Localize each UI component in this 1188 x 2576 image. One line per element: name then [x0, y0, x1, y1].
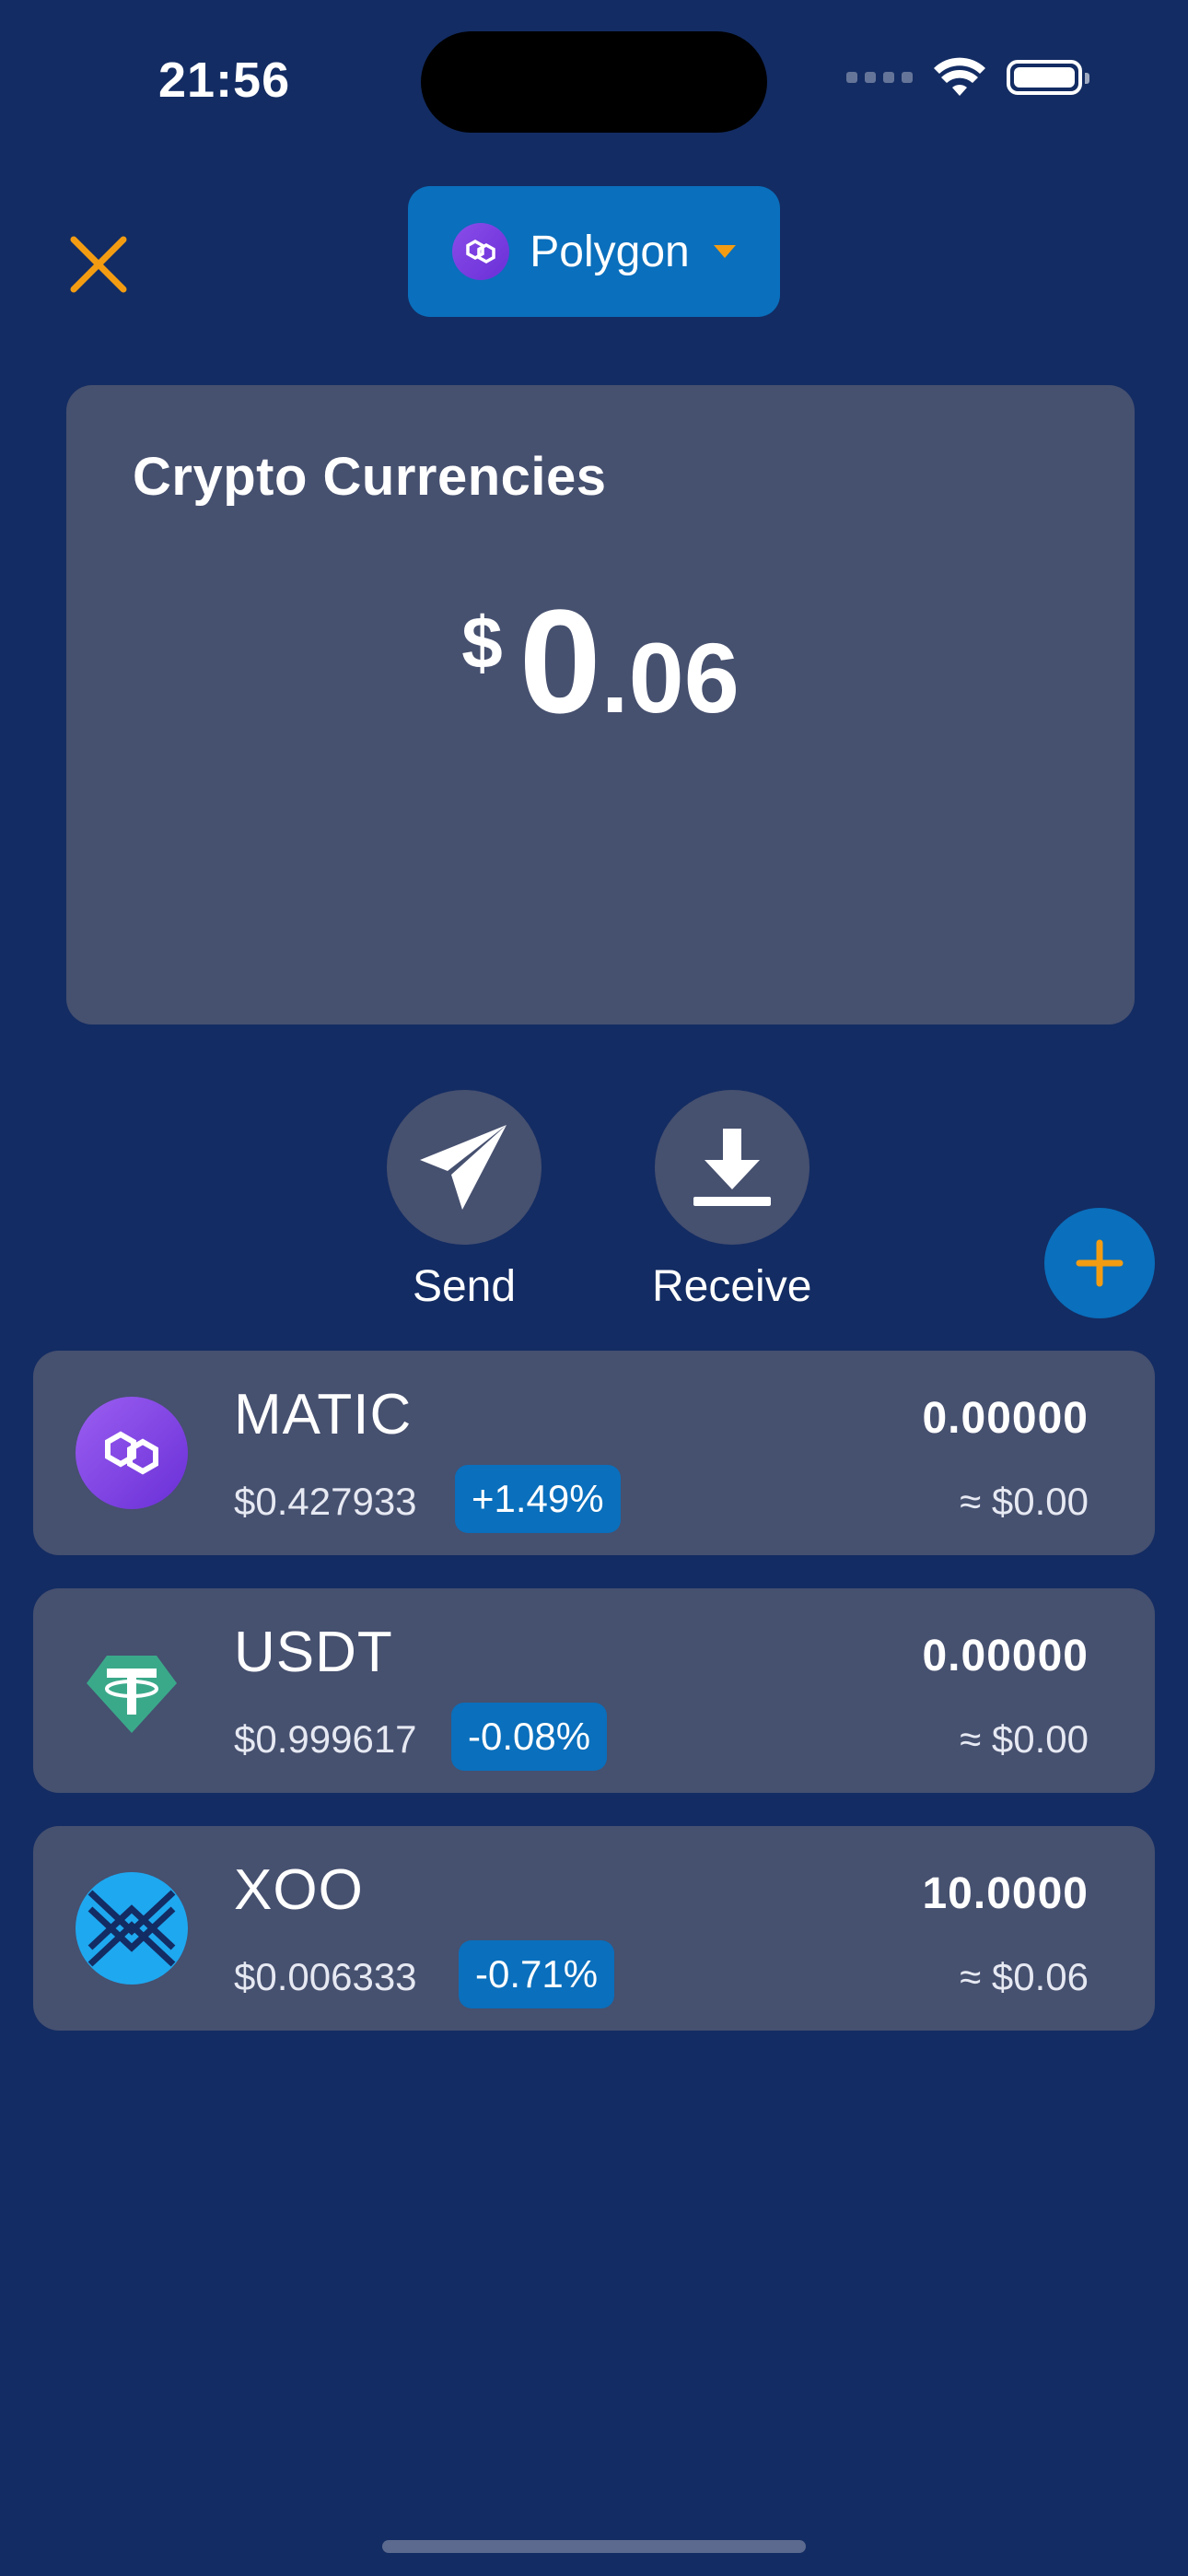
receive-circle — [654, 1090, 809, 1245]
paper-plane-icon — [420, 1125, 507, 1210]
home-indicator[interactable] — [382, 2540, 806, 2553]
polygon-logo-icon — [452, 223, 510, 280]
token-symbol: XOO — [234, 1858, 364, 1922]
balance-card: Crypto Currencies $0.06 — [66, 385, 1135, 1025]
token-symbol: USDT — [234, 1621, 393, 1684]
network-label: Polygon — [530, 227, 690, 276]
cellular-signal-icon — [846, 72, 913, 83]
download-icon — [693, 1129, 771, 1206]
plus-icon — [1076, 1239, 1124, 1287]
token-row-usdt[interactable]: USDT $0.999617 -0.08% 0.00000 ≈ $0.00 — [33, 1588, 1155, 1793]
receive-button[interactable]: Receive — [652, 1090, 811, 1312]
token-amount: 0.00000 — [922, 1632, 1089, 1680]
token-value: ≈ $0.00 — [960, 1717, 1089, 1761]
dynamic-island — [421, 31, 767, 133]
token-price: $0.427933 — [234, 1480, 417, 1523]
send-button[interactable]: Send — [387, 1090, 542, 1312]
card-title: Crypto Currencies — [133, 447, 607, 507]
send-label: Send — [412, 1262, 517, 1311]
send-circle — [387, 1090, 542, 1245]
close-icon — [70, 236, 127, 293]
token-value: ≈ $0.00 — [960, 1480, 1089, 1523]
token-price: $0.006333 — [234, 1955, 417, 1998]
token-amount: 0.00000 — [922, 1394, 1089, 1443]
balance-decimal: .06 — [600, 622, 740, 733]
total-balance: $0.06 — [66, 588, 1135, 735]
token-row-xoo[interactable]: XOO $0.006333 -0.71% 10.0000 ≈ $0.06 — [33, 1826, 1155, 2031]
wifi-icon — [934, 57, 985, 96]
status-indicators — [846, 57, 1089, 98]
token-symbol: MATIC — [234, 1383, 413, 1446]
usdt-logo-icon — [76, 1634, 188, 1747]
matic-logo-icon — [76, 1397, 188, 1509]
close-button[interactable] — [70, 236, 127, 293]
token-amount: 10.0000 — [922, 1869, 1089, 1918]
token-price: $0.999617 — [234, 1717, 417, 1761]
balance-integer: 0 — [518, 579, 601, 744]
token-change-badge: +1.49% — [455, 1465, 621, 1533]
balance-currency-symbol: $ — [461, 602, 503, 684]
status-time: 21:56 — [158, 53, 291, 108]
network-selector[interactable]: Polygon — [408, 186, 780, 317]
battery-icon — [1007, 60, 1089, 95]
token-row-matic[interactable]: MATIC $0.427933 +1.49% 0.00000 ≈ $0.00 — [33, 1351, 1155, 1555]
caret-down-icon — [713, 245, 736, 258]
xoo-logo-icon — [76, 1872, 188, 1985]
receive-label: Receive — [652, 1262, 812, 1311]
add-token-button[interactable] — [1044, 1208, 1155, 1318]
token-change-badge: -0.71% — [459, 1940, 615, 2008]
token-change-badge: -0.08% — [451, 1703, 608, 1771]
token-value: ≈ $0.06 — [960, 1955, 1089, 1998]
